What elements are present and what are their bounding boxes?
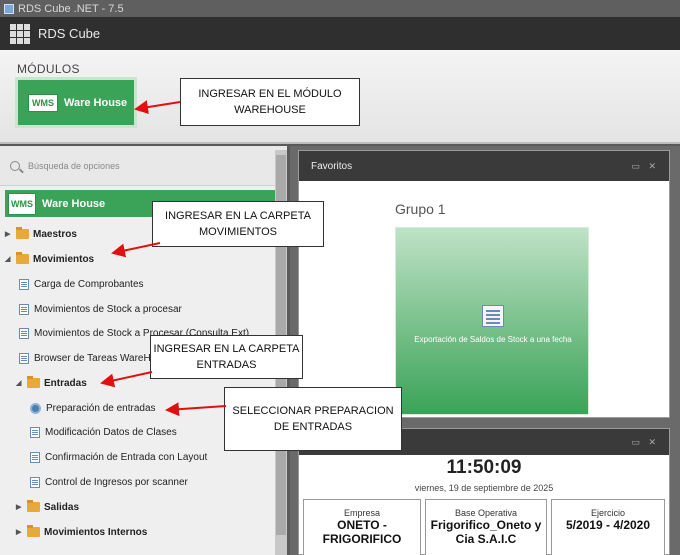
base-label: Base Operativa — [454, 508, 518, 518]
modules-title: MÓDULOS — [17, 62, 80, 76]
empresa-label: Empresa — [343, 508, 380, 518]
document-icon — [19, 278, 29, 290]
tree-item-preparacion-entradas[interactable]: Preparación de entradas — [30, 397, 156, 419]
tree-item-carga-comprobantes[interactable]: Carga de Comprobantes — [19, 273, 144, 295]
window-titlebar: RDS Cube .NET - 7.5 — [0, 0, 680, 17]
tree-label: Movimientos — [33, 253, 95, 265]
group-title: Grupo 1 — [395, 201, 446, 217]
callout-entradas: INGRESAR EN LA CARPETA ENTRADAS — [150, 335, 303, 379]
tree-folder-movimientos[interactable]: ◢ Movimientos — [5, 248, 94, 270]
tree-folder-movimientos-internos[interactable]: ▶ Movimientos Internos — [16, 521, 147, 543]
favoritos-title: Favoritos — [311, 160, 353, 172]
empresa-box: Empresa ONETO - FRIGORIFICO — [303, 499, 421, 555]
document-icon — [19, 327, 29, 339]
process-icon — [30, 402, 41, 414]
chevron-right-icon[interactable]: ▶ — [5, 230, 13, 238]
module-tile-label: Ware House — [64, 96, 128, 109]
window-title: RDS Cube .NET - 7.5 — [18, 2, 124, 15]
module-warehouse-tile[interactable]: WMS Ware House — [15, 77, 137, 128]
tree-label: Movimientos Internos — [44, 526, 148, 538]
document-icon — [30, 426, 40, 438]
chevron-right-icon[interactable]: ▶ — [16, 503, 24, 511]
favoritos-panel-header: Favoritos ▭ ✕ — [299, 151, 669, 181]
search-icon — [10, 160, 20, 171]
tree-label: Modificación Datos de Clases — [45, 426, 177, 438]
app-header: RDS Cube — [0, 17, 680, 50]
tree-item-confirmacion-layout[interactable]: Confirmación de Entrada con Layout — [30, 446, 207, 468]
tree-folder-maestros[interactable]: ▶ Maestros — [5, 223, 77, 245]
search-box[interactable]: Búsqueda de opciones — [0, 146, 287, 186]
sidebar-module-label: Ware House — [42, 197, 106, 210]
app-name: RDS Cube — [38, 26, 101, 41]
folder-icon — [27, 525, 40, 537]
tree-label: Entradas — [44, 377, 87, 389]
wms-badge-icon: WMS — [8, 192, 36, 215]
search-input[interactable]: Búsqueda de opciones — [28, 161, 120, 171]
chevron-right-icon[interactable]: ▶ — [16, 528, 24, 536]
folder-icon — [27, 376, 40, 388]
tree-folder-entradas[interactable]: ◢ Entradas — [16, 372, 87, 394]
panel-controls-icon[interactable]: ▭ ✕ — [631, 437, 659, 448]
callout-modulo: INGRESAR EN EL MÓDULO WAREHOUSE — [180, 78, 360, 126]
tree-label: Confirmación de Entrada con Layout — [45, 451, 208, 463]
report-icon — [482, 305, 504, 327]
favoritos-panel: Favoritos ▭ ✕ Grupo 1 Exportación de Sal… — [298, 150, 670, 418]
chevron-down-icon[interactable]: ◢ — [5, 255, 13, 263]
document-icon — [30, 451, 40, 463]
tree-label: Maestros — [33, 228, 77, 240]
favorite-tile[interactable]: Exportación de Saldos de Stock a una fec… — [395, 227, 589, 415]
ejercicio-value: 5/2019 - 4/2020 — [565, 518, 651, 532]
tree-folder-salidas[interactable]: ▶ Salidas — [16, 496, 79, 518]
tree-label: Salidas — [44, 501, 80, 513]
document-icon — [30, 476, 40, 488]
folder-icon — [27, 500, 40, 512]
tree-label: Preparación de entradas — [46, 402, 156, 414]
callout-preparacion: SELECCIONAR PREPARACION DE ENTRADAS — [224, 387, 402, 451]
panel-controls-icon[interactable]: ▭ ✕ — [631, 161, 659, 172]
tree-label: Movimientos de Stock a procesar — [34, 303, 182, 315]
folder-icon — [16, 252, 29, 264]
chevron-down-icon[interactable]: ◢ — [16, 379, 24, 387]
favorite-tile-label: Exportación de Saldos de Stock a una fec… — [414, 335, 572, 344]
tree-label: Control de Ingresos por scanner — [45, 476, 188, 488]
callout-movimientos: INGRESAR EN LA CARPETA MOVIMIENTOS — [152, 201, 324, 247]
tree-item-movimientos-stock[interactable]: Movimientos de Stock a procesar — [19, 298, 182, 320]
app-window-icon — [4, 3, 14, 14]
ejercicio-box: Ejercicio 5/2019 - 4/2020 — [551, 499, 665, 555]
rds-cube-icon — [10, 23, 30, 44]
tree-item-control-ingresos[interactable]: Control de Ingresos por scanner — [30, 471, 188, 493]
clock-time: 11:50:09 — [446, 457, 522, 478]
wms-badge-icon: WMS — [28, 93, 58, 112]
document-icon — [19, 303, 29, 315]
ejercicio-label: Ejercicio — [590, 508, 625, 518]
folder-icon — [16, 227, 29, 239]
base-value: Frigorifico_Oneto y Cia S.A.I.C — [430, 518, 542, 546]
workspace: Favoritos ▭ ✕ Grupo 1 Exportación de Sal… — [290, 146, 680, 555]
clock-date: viernes, 19 de septiembre de 2025 — [414, 483, 554, 493]
document-icon — [19, 352, 29, 364]
empresa-value: ONETO - FRIGORIFICO — [322, 518, 402, 546]
tree-label: Carga de Comprobantes — [34, 278, 144, 290]
tree-item-modificacion-clases[interactable]: Modificación Datos de Clases — [30, 421, 177, 443]
base-box: Base Operativa Frigorifico_Oneto y Cia S… — [425, 499, 547, 555]
